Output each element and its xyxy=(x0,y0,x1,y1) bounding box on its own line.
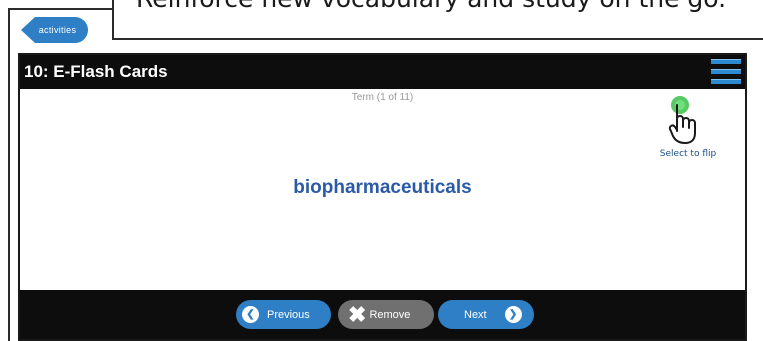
flip-hint[interactable]: Select to flip xyxy=(642,95,734,163)
chevron-right-icon: ❯ xyxy=(504,306,522,323)
flashcard[interactable]: Term (1 of 11) Select to flip biopharmac… xyxy=(20,89,745,290)
menu-icon-line xyxy=(711,59,741,64)
close-icon: ✖ xyxy=(348,301,367,327)
remove-button[interactable]: ✖ Remove xyxy=(338,300,434,329)
term-word: biopharmaceuticals xyxy=(293,177,472,198)
remove-label: Remove xyxy=(369,308,411,321)
flip-hint-label: Select to flip xyxy=(659,149,717,159)
menu-icon[interactable] xyxy=(711,57,741,87)
flashcard-panel: 10: E-Flash Cards Term (1 of 11) Select … xyxy=(18,53,747,341)
next-label: Next xyxy=(464,308,487,321)
previous-button[interactable]: ❮ Previous xyxy=(236,300,331,329)
menu-icon-line xyxy=(711,79,741,84)
caption-box: Reinforce new vocabulary and study on th… xyxy=(112,0,763,40)
next-button[interactable]: Next ❯ xyxy=(438,300,534,329)
previous-label: Previous xyxy=(267,308,310,321)
caption-text: Reinforce new vocabulary and study on th… xyxy=(136,0,726,13)
menu-icon-line xyxy=(711,69,741,74)
activities-button[interactable]: activities xyxy=(21,17,88,43)
title-bar: 10: E-Flash Cards xyxy=(20,55,745,89)
hand-pointer-icon xyxy=(668,96,696,144)
bottom-nav-bar: ❮ Previous ✖ Remove Next ❯ xyxy=(20,290,745,339)
page-title: 10: E-Flash Cards xyxy=(24,62,168,81)
term-counter: Term (1 of 11) xyxy=(351,92,414,103)
chevron-left-icon: ❮ xyxy=(242,306,259,323)
